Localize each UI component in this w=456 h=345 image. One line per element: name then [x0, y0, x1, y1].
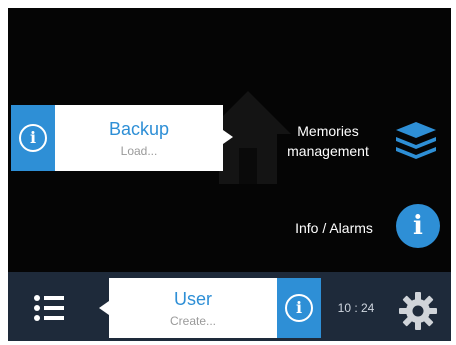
memories-management-label[interactable]: Memories management: [278, 121, 378, 161]
info-alarms-label[interactable]: Info / Alarms: [284, 218, 384, 238]
layers-icon[interactable]: [394, 120, 438, 160]
user-popup-pointer: [99, 301, 109, 315]
screen: i Backup Load... Memories management Inf…: [8, 8, 451, 341]
info-icon: i: [285, 294, 313, 322]
info-icon: i: [19, 124, 47, 152]
gear-icon[interactable]: [398, 291, 438, 331]
user-popup[interactable]: User Create... i: [109, 278, 321, 338]
info-alarms-button[interactable]: i: [396, 204, 440, 248]
info-icon: i: [413, 211, 423, 241]
list-icon[interactable]: [33, 294, 65, 322]
backup-popup[interactable]: i Backup Load...: [11, 105, 223, 171]
user-title: User: [173, 288, 212, 309]
backup-title: Backup: [108, 118, 170, 139]
user-subtitle: Create...: [169, 313, 217, 328]
backup-info-button[interactable]: i: [11, 105, 55, 171]
clock: 10 : 24: [337, 301, 375, 315]
backup-subtitle: Load...: [120, 143, 158, 158]
popup-pointer: [223, 130, 233, 144]
user-info-button[interactable]: i: [277, 278, 321, 338]
